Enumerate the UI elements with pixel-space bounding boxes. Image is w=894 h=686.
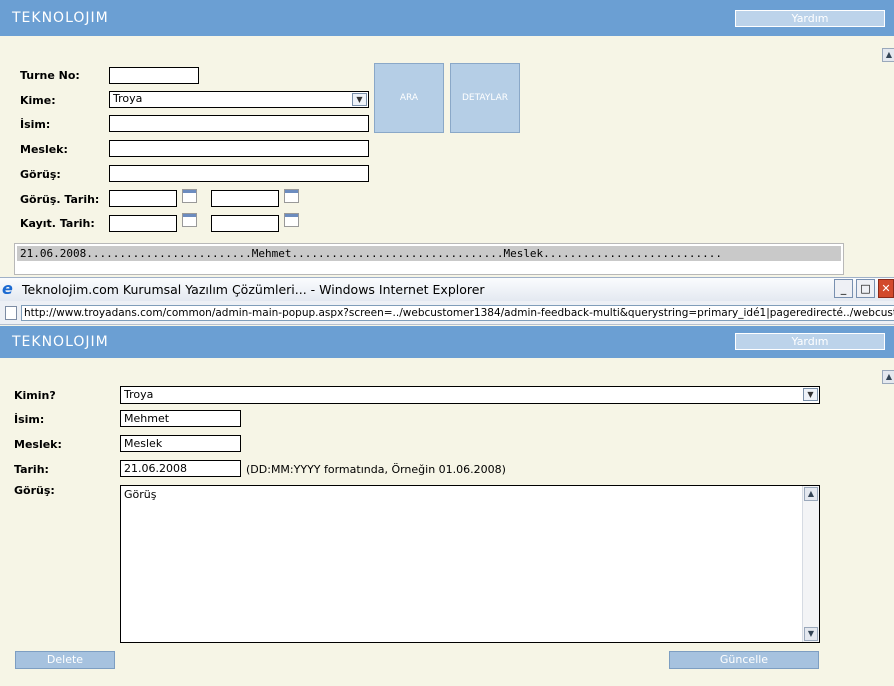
label-turne-no: Turne No: xyxy=(20,69,80,82)
kime-select-value: Troya xyxy=(113,92,143,105)
page-icon xyxy=(5,306,17,320)
calendar-icon[interactable] xyxy=(284,189,299,203)
kime-select[interactable]: Troya ▼ xyxy=(109,91,369,108)
url-field[interactable]: http://www.troyadans.com/common/admin-ma… xyxy=(21,305,894,321)
popup-isim-input[interactable]: Mehmet xyxy=(120,410,241,427)
popup-meslek-input[interactable]: Meslek xyxy=(120,435,241,452)
popup-title-bar: e Teknolojim.com Kurumsal Yazılım Çözüml… xyxy=(0,277,894,301)
gorus-tarih-start-input[interactable] xyxy=(109,190,177,207)
chevron-down-icon[interactable]: ▼ xyxy=(352,93,367,106)
gorus-textarea[interactable]: Görüş ▲ ▼ xyxy=(120,485,820,643)
bg-help-button[interactable]: Yardım xyxy=(735,10,885,27)
label-isim: İsim: xyxy=(20,118,51,131)
delete-button[interactable]: Delete xyxy=(15,651,115,669)
bg-header-bar: TEKNOLOJIM Yardım xyxy=(0,0,894,36)
kimin-select[interactable]: Troya ▼ xyxy=(120,386,820,404)
turne-no-input[interactable] xyxy=(109,67,199,84)
isim-input[interactable] xyxy=(109,115,369,132)
scroll-up-icon[interactable]: ▲ xyxy=(804,487,818,501)
maximize-icon[interactable]: □ xyxy=(856,279,875,298)
popup-window-title: Teknolojim.com Kurumsal Yazılım Çözümler… xyxy=(22,282,485,297)
label-meslek: Meslek: xyxy=(20,143,68,156)
calendar-icon[interactable] xyxy=(182,189,197,203)
label-kayit-tarih: Kayıt. Tarih: xyxy=(20,217,95,230)
popup-scroll-up-icon[interactable]: ▲ xyxy=(882,370,894,384)
label-gorus-tarih: Görüş. Tarih: xyxy=(20,193,100,206)
label-popup-gorus: Görüş: xyxy=(14,484,55,497)
chevron-down-icon[interactable]: ▼ xyxy=(803,388,818,401)
gorus-input[interactable] xyxy=(109,165,369,182)
bg-brand-logo: TEKNOLOJIM xyxy=(12,10,109,26)
popup-tarih-input[interactable]: 21.06.2008 xyxy=(120,460,241,477)
result-table: 21.06.2008.........................Mehme… xyxy=(14,243,844,275)
kayit-tarih-start-input[interactable] xyxy=(109,215,177,232)
address-bar: http://www.troyadans.com/common/admin-ma… xyxy=(0,301,894,325)
kayit-tarih-end-input[interactable] xyxy=(211,215,279,232)
label-kimin: Kimin? xyxy=(14,389,56,402)
popup-header-bar: TEKNOLOJIM Yardım xyxy=(0,326,894,358)
popup-brand-logo: TEKNOLOJIM xyxy=(12,334,109,350)
meslek-input[interactable] xyxy=(109,140,369,157)
date-format-hint: (DD:MM:YYYY formatında, Örneğin 01.06.20… xyxy=(246,463,506,476)
calendar-icon[interactable] xyxy=(284,213,299,227)
minimize-icon[interactable]: _ xyxy=(834,279,853,298)
gorus-textarea-text: Görüş xyxy=(124,488,157,501)
table-row[interactable]: 21.06.2008.........................Mehme… xyxy=(17,246,841,261)
calendar-icon[interactable] xyxy=(182,213,197,227)
kimin-select-value: Troya xyxy=(124,388,154,401)
textarea-scrollbar[interactable]: ▲ ▼ xyxy=(802,486,819,642)
update-button[interactable]: Güncelle xyxy=(669,651,819,669)
label-popup-isim: İsim: xyxy=(14,413,45,426)
label-popup-meslek: Meslek: xyxy=(14,438,62,451)
bg-scroll-up-icon[interactable]: ▲ xyxy=(882,48,894,62)
close-icon[interactable]: ✕ xyxy=(878,279,894,298)
gorus-tarih-end-input[interactable] xyxy=(211,190,279,207)
label-kime: Kime: xyxy=(20,94,56,107)
label-popup-tarih: Tarih: xyxy=(14,463,49,476)
search-button[interactable]: ARA xyxy=(374,63,444,133)
details-button[interactable]: DETAYLAR xyxy=(450,63,520,133)
label-gorus: Görüş: xyxy=(20,168,61,181)
ie-logo-icon: e xyxy=(2,279,13,298)
popup-help-button[interactable]: Yardım xyxy=(735,333,885,350)
scroll-down-icon[interactable]: ▼ xyxy=(804,627,818,641)
